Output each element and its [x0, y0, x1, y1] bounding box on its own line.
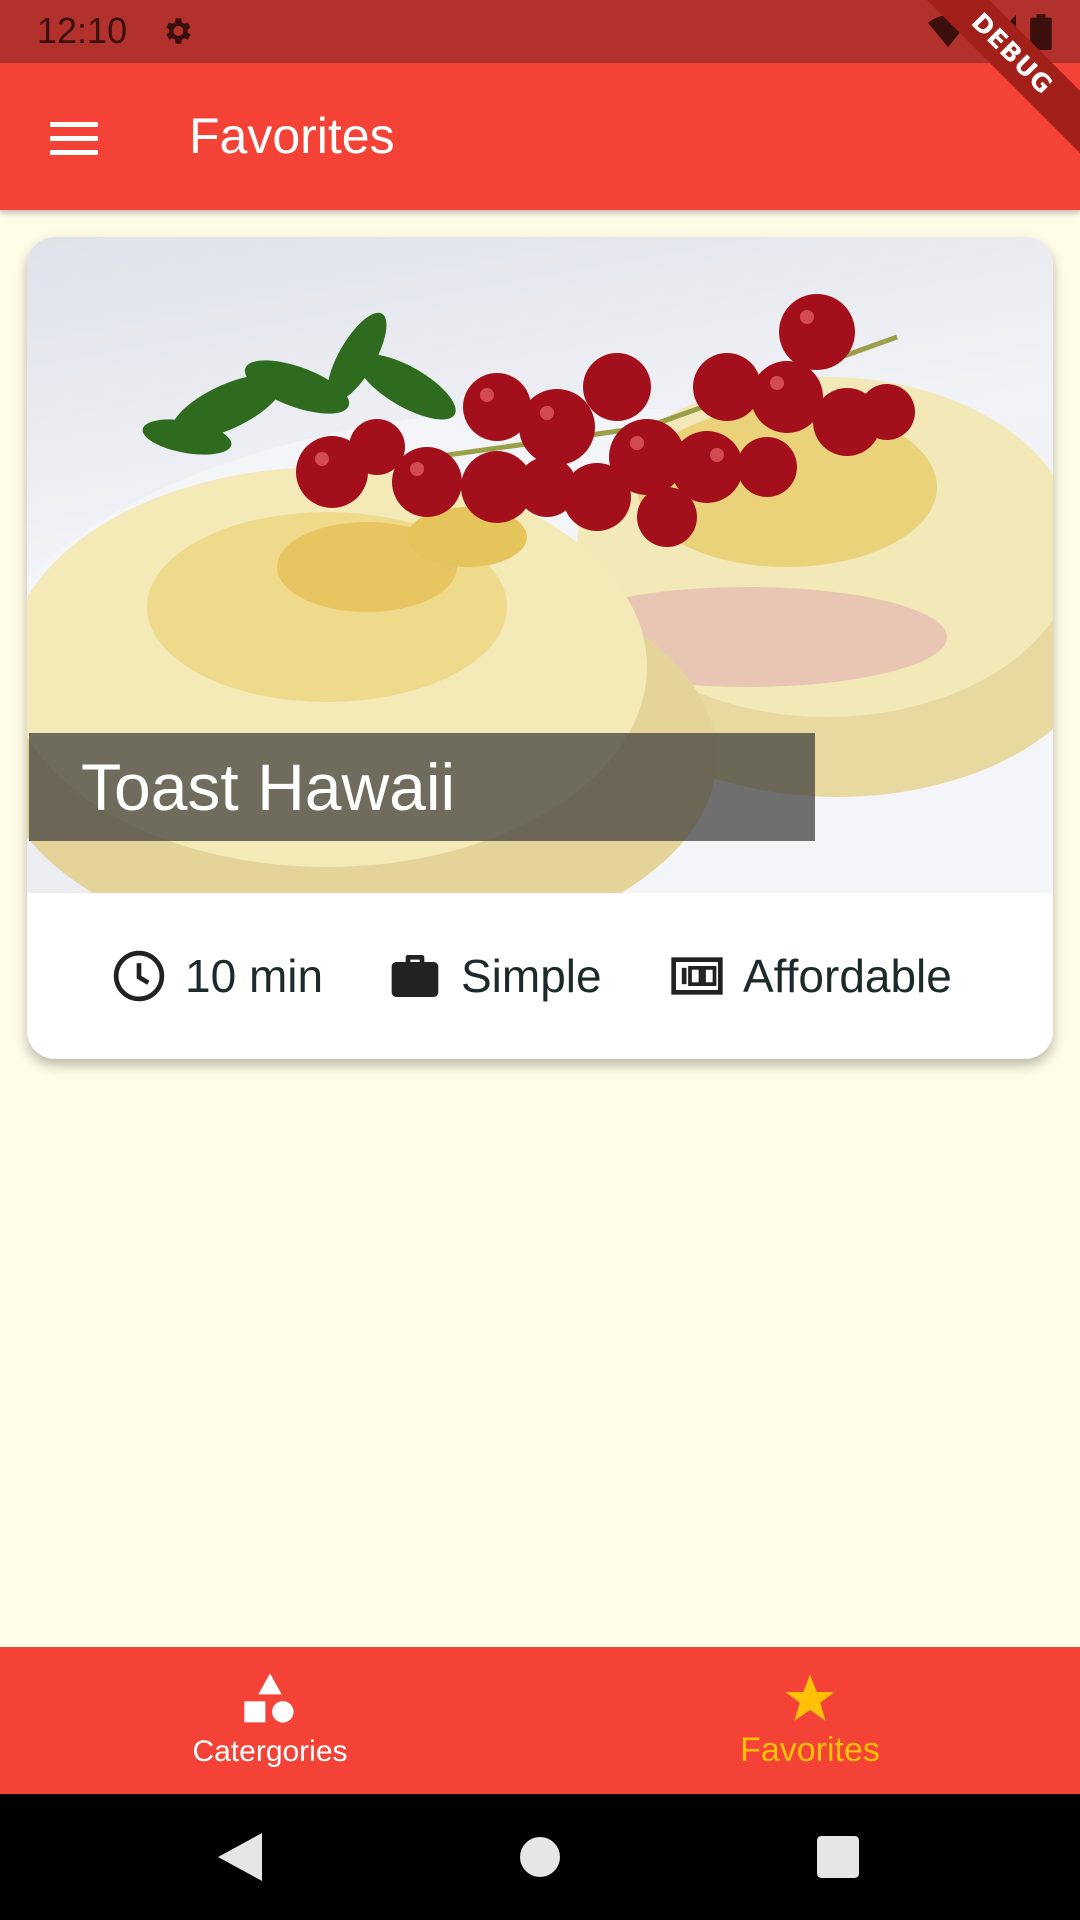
- affordability-item: Affordable: [669, 893, 952, 1059]
- schedule-icon: [113, 950, 165, 1002]
- category-icon: [244, 1672, 294, 1723]
- meal-card[interactable]: Toast Hawaii 10 min Simple Affordable: [27, 237, 1053, 1059]
- back-icon: [218, 1833, 262, 1881]
- menu-icon[interactable]: [36, 108, 112, 168]
- duration-text: 10 min: [185, 950, 324, 1002]
- tab-categories-label: Catergories: [192, 1734, 348, 1768]
- bottom-navigation: Catergories Favorites: [0, 1647, 1080, 1794]
- tab-favorites[interactable]: Favorites: [540, 1647, 1080, 1794]
- settings-icon: [166, 18, 191, 44]
- recents-icon: [817, 1836, 859, 1878]
- affordability-text: Affordable: [743, 950, 952, 1002]
- meal-title: Toast Hawaii: [81, 750, 456, 824]
- page-title: Favorites: [189, 108, 395, 164]
- work-icon: [391, 955, 439, 997]
- home-icon: [520, 1837, 560, 1877]
- back-button[interactable]: [210, 1794, 270, 1920]
- recents-button[interactable]: [808, 1794, 868, 1920]
- complexity-item: Simple: [387, 893, 602, 1059]
- home-button[interactable]: [510, 1794, 570, 1920]
- meal-image: Toast Hawaii: [27, 237, 1053, 893]
- meal-info-row: 10 min Simple Affordable: [27, 893, 1053, 1059]
- tab-favorites-label: Favorites: [740, 1731, 880, 1769]
- status-bar: 12:10: [0, 0, 1080, 63]
- app-bar: Favorites: [0, 63, 1080, 210]
- duration-item: 10 min: [111, 893, 323, 1059]
- tab-categories[interactable]: Catergories: [0, 1647, 540, 1794]
- money-icon: [671, 957, 723, 995]
- complexity-text: Simple: [461, 950, 602, 1002]
- status-time: 12:10: [37, 10, 128, 51]
- system-navigation-bar: [0, 1794, 1080, 1920]
- title-overlay: Toast Hawaii: [29, 733, 815, 841]
- star-icon: [785, 1674, 835, 1721]
